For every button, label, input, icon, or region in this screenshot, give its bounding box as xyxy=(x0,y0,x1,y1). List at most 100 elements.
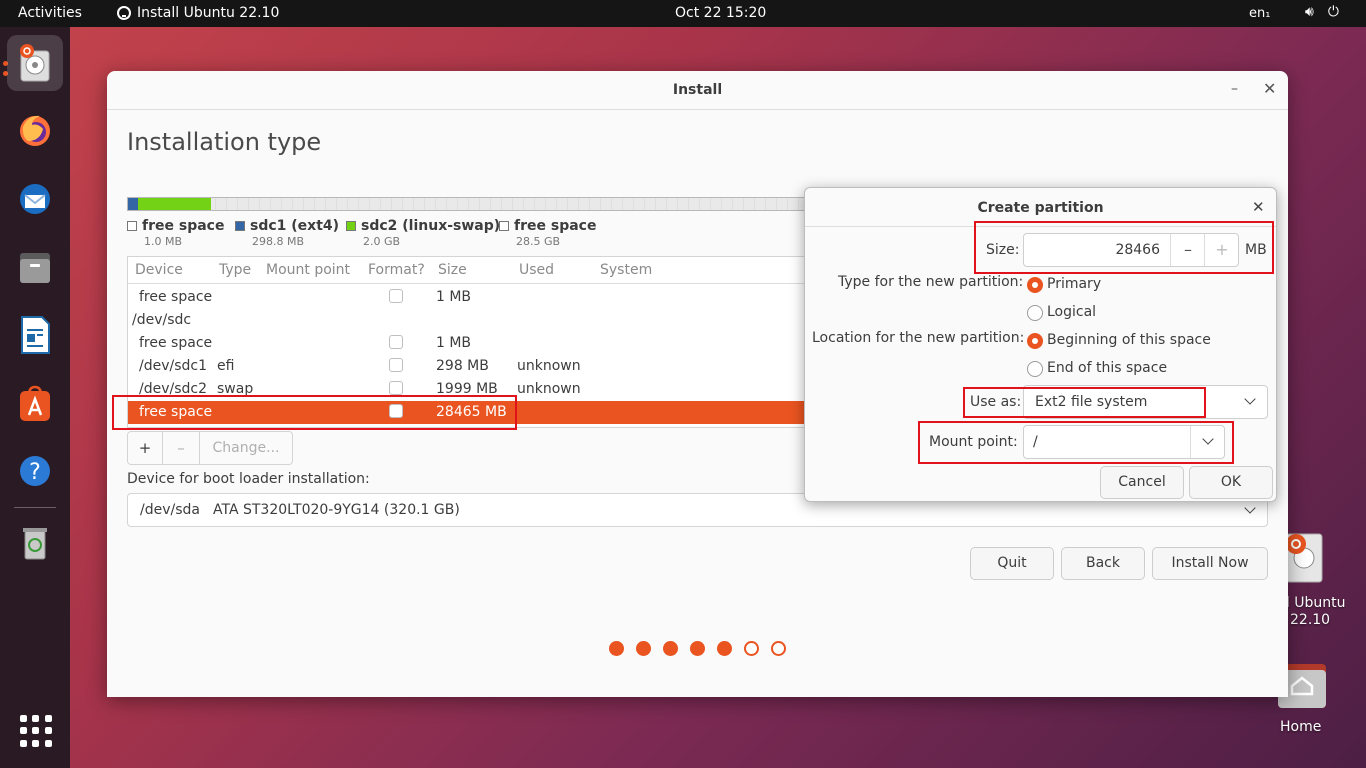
progress-dot xyxy=(609,641,624,656)
mount-point-input[interactable]: / xyxy=(1033,434,1038,450)
minimize-button[interactable]: – xyxy=(1231,81,1238,97)
format-checkbox[interactable] xyxy=(389,289,403,303)
dock-app-center[interactable] xyxy=(7,375,63,431)
col-size[interactable]: Size xyxy=(438,262,467,278)
row-device: free space xyxy=(139,404,213,420)
legend-name: free space xyxy=(514,218,597,234)
back-button[interactable]: Back xyxy=(1061,547,1145,580)
decrease-size-button[interactable]: – xyxy=(1170,234,1205,266)
primary-label[interactable]: Primary xyxy=(1047,276,1101,292)
logical-label[interactable]: Logical xyxy=(1047,304,1096,320)
progress-dots xyxy=(609,641,786,656)
activities-button[interactable]: Activities xyxy=(18,5,82,21)
col-mount-point[interactable]: Mount point xyxy=(266,262,350,278)
install-now-button[interactable]: Install Now xyxy=(1152,547,1268,580)
dock-files[interactable] xyxy=(7,239,63,295)
row-device: /dev/sdc2 xyxy=(139,381,208,397)
dock: ? xyxy=(0,27,70,768)
size-unit: MB xyxy=(1245,242,1267,258)
beginning-label[interactable]: Beginning of this space xyxy=(1047,332,1211,348)
chevron-down-icon[interactable] xyxy=(1202,433,1214,445)
format-checkbox[interactable] xyxy=(389,358,403,372)
dock-firefox[interactable] xyxy=(7,103,63,159)
row-device: /dev/sdc1 xyxy=(139,358,208,374)
dialog-header: Create partition ✕ xyxy=(805,188,1276,227)
row-size: 1 MB xyxy=(436,289,472,305)
clock[interactable]: Oct 22 15:20 xyxy=(675,5,766,21)
row-device: free space xyxy=(139,289,213,305)
dock-help[interactable]: ? xyxy=(7,443,63,499)
legend-size: 298.8 MB xyxy=(252,235,305,248)
end-radio[interactable] xyxy=(1027,361,1043,377)
installer-desktop-icon[interactable] xyxy=(1282,528,1324,584)
partition-type-label: Type for the new partition: xyxy=(838,274,1024,290)
power-icon: ⏻ xyxy=(1327,4,1339,20)
legend-name: sdc1 (ext4) xyxy=(250,218,340,234)
remove-partition-button[interactable]: – xyxy=(163,432,200,464)
dock-thunderbird[interactable] xyxy=(7,171,63,227)
add-partition-button[interactable]: + xyxy=(128,432,163,464)
beginning-radio[interactable] xyxy=(1027,333,1043,349)
legend-swatch xyxy=(499,221,509,231)
col-used[interactable]: Used xyxy=(519,262,554,278)
disk-segment-sdc2 xyxy=(138,198,211,210)
legend-swatch xyxy=(346,221,356,231)
window-title: Install xyxy=(672,82,723,98)
dock-ubuntu-installer[interactable] xyxy=(7,35,63,91)
dialog-title: Create partition xyxy=(977,200,1104,216)
boot-device: /dev/sda xyxy=(140,502,200,518)
installer-icon xyxy=(20,44,50,82)
legend-size: 2.0 GB xyxy=(363,235,401,248)
logical-radio[interactable] xyxy=(1027,305,1043,321)
ok-button[interactable]: OK xyxy=(1189,466,1273,499)
col-type[interactable]: Type xyxy=(219,262,251,278)
trash-icon xyxy=(23,528,47,560)
format-checkbox[interactable] xyxy=(389,335,403,349)
mount-point-label: Mount point: xyxy=(929,434,1018,450)
progress-dot xyxy=(663,641,678,656)
dock-libreoffice-writer[interactable] xyxy=(7,307,63,363)
progress-dot xyxy=(744,641,759,656)
thunderbird-icon xyxy=(20,184,50,214)
use-as-select[interactable]: Ext2 file system xyxy=(1023,385,1268,419)
app-center-icon xyxy=(20,385,50,421)
format-checkbox[interactable] xyxy=(389,404,403,418)
col-format[interactable]: Format? xyxy=(368,262,425,278)
system-tray[interactable]: 🔊︎ ⏻ xyxy=(1305,4,1339,20)
row-size: 298 MB xyxy=(436,358,489,374)
mount-point-combo[interactable]: / xyxy=(1023,425,1225,459)
col-system[interactable]: System xyxy=(600,262,652,278)
show-apps-icon[interactable] xyxy=(20,715,52,747)
format-checkbox[interactable] xyxy=(389,381,403,395)
create-partition-dialog: Create partition ✕ Size: 28466 – + MB Ty… xyxy=(804,187,1277,502)
legend-name: sdc2 (linux-swap) xyxy=(361,218,501,234)
combo-divider xyxy=(1190,426,1191,458)
primary-radio[interactable] xyxy=(1027,277,1043,293)
volume-icon: 🔊︎ xyxy=(1305,4,1314,20)
dialog-close-button[interactable]: ✕ xyxy=(1252,198,1265,216)
cancel-button[interactable]: Cancel xyxy=(1100,466,1184,499)
dock-separator xyxy=(14,507,56,508)
svg-text:?: ? xyxy=(29,460,41,485)
size-spinbox[interactable]: 28466 – + xyxy=(1023,233,1239,267)
legend-name: free space xyxy=(142,218,225,234)
legend-size: 1.0 MB xyxy=(144,235,183,248)
size-input[interactable]: 28466 xyxy=(1024,242,1160,258)
row-type: efi xyxy=(217,358,235,374)
use-as-value: Ext2 file system xyxy=(1035,394,1148,410)
dock-trash[interactable] xyxy=(7,515,63,571)
boot-device-model: ATA ST320LT020-9YG14 (320.1 GB) xyxy=(213,502,460,518)
input-language[interactable]: en₁ xyxy=(1249,6,1270,21)
legend-item: free space 28.5 GB xyxy=(499,218,596,248)
change-partition-button[interactable]: Change... xyxy=(200,432,292,464)
partition-toolbar: + – Change... xyxy=(127,431,293,465)
increase-size-button[interactable]: + xyxy=(1204,234,1239,266)
row-size: 28465 MB xyxy=(436,404,507,420)
close-button[interactable]: ✕ xyxy=(1263,79,1276,98)
download-icon xyxy=(117,6,131,20)
end-label[interactable]: End of this space xyxy=(1047,360,1167,376)
progress-dot xyxy=(717,641,732,656)
col-device[interactable]: Device xyxy=(135,262,183,278)
app-menu[interactable]: Install Ubuntu 22.10 xyxy=(117,5,279,21)
quit-button[interactable]: Quit xyxy=(970,547,1054,580)
